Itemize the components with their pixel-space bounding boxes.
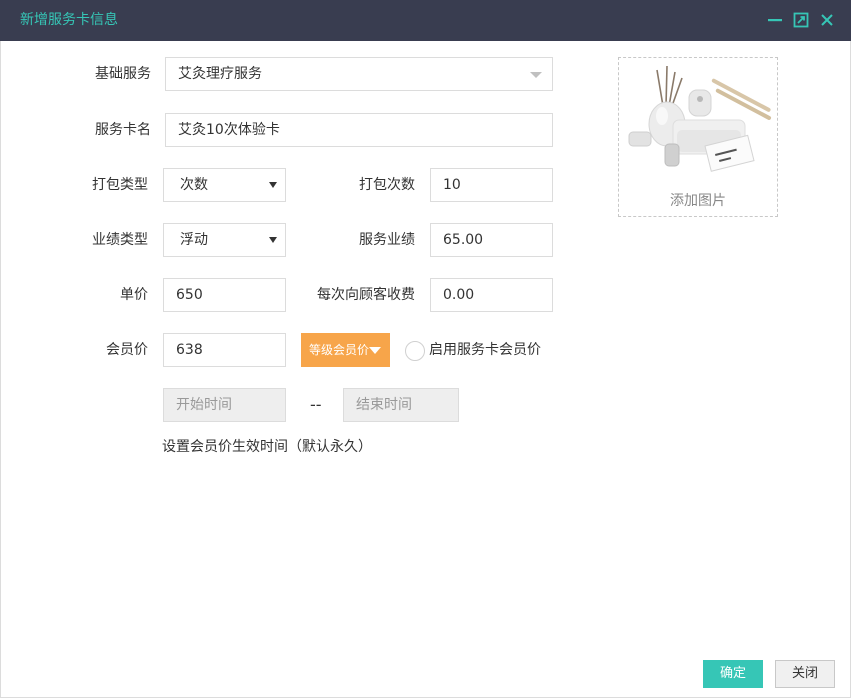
- package-count-input[interactable]: 10: [430, 168, 553, 202]
- base-service-label: 基础服务: [95, 66, 151, 82]
- chevron-down-icon: [530, 72, 542, 78]
- base-service-value: 艾灸理疗服务: [178, 66, 262, 82]
- package-type-label: 打包类型: [92, 177, 148, 193]
- card-name-input[interactable]: 艾灸10次体验卡: [165, 113, 553, 147]
- end-time-input[interactable]: 结束时间: [343, 388, 459, 422]
- customer-fee-label: 每次向顾客收费: [317, 287, 415, 303]
- close-icon[interactable]: [818, 11, 836, 29]
- customer-fee-input[interactable]: 0.00: [430, 278, 553, 312]
- confirm-button[interactable]: 确定: [703, 660, 763, 688]
- performance-type-value: 浮动: [180, 232, 208, 248]
- member-price-label: 会员价: [106, 342, 148, 358]
- performance-type-select[interactable]: 浮动: [163, 223, 286, 257]
- enable-card-member-price-label[interactable]: 启用服务卡会员价: [429, 333, 541, 367]
- window-title: 新增服务卡信息: [20, 12, 118, 28]
- service-performance-input[interactable]: 65.00: [430, 223, 553, 257]
- package-count-label: 打包次数: [359, 177, 415, 193]
- start-time-input[interactable]: 开始时间: [163, 388, 286, 422]
- title-bar: 新增服务卡信息: [0, 0, 851, 41]
- product-photo: [619, 58, 777, 188]
- minimize-icon[interactable]: [766, 11, 784, 29]
- service-performance-label: 服务业绩: [359, 232, 415, 248]
- unit-price-input[interactable]: 650: [163, 278, 286, 312]
- add-image-caption: 添加图片: [670, 193, 726, 209]
- range-separator: --: [310, 395, 322, 414]
- base-service-select[interactable]: 艾灸理疗服务: [165, 57, 553, 91]
- image-upload-box[interactable]: 添加图片: [618, 57, 778, 217]
- level-member-price-button[interactable]: 等级会员价: [301, 333, 390, 367]
- time-hint: 设置会员价生效时间（默认永久）: [162, 439, 372, 455]
- caret-down-icon: [369, 347, 381, 354]
- maximize-icon[interactable]: [792, 11, 810, 29]
- close-button[interactable]: 关闭: [775, 660, 835, 688]
- performance-type-label: 业绩类型: [92, 232, 148, 248]
- caret-down-icon: [269, 237, 277, 243]
- card-name-label: 服务卡名: [95, 122, 151, 138]
- unit-price-label: 单价: [120, 287, 148, 303]
- package-type-select[interactable]: 次数: [163, 168, 286, 202]
- member-price-input[interactable]: 638: [163, 333, 286, 367]
- enable-card-member-price-radio[interactable]: [405, 341, 425, 361]
- package-type-value: 次数: [180, 177, 208, 193]
- level-member-price-label: 等级会员价: [309, 343, 370, 357]
- caret-down-icon: [269, 182, 277, 188]
